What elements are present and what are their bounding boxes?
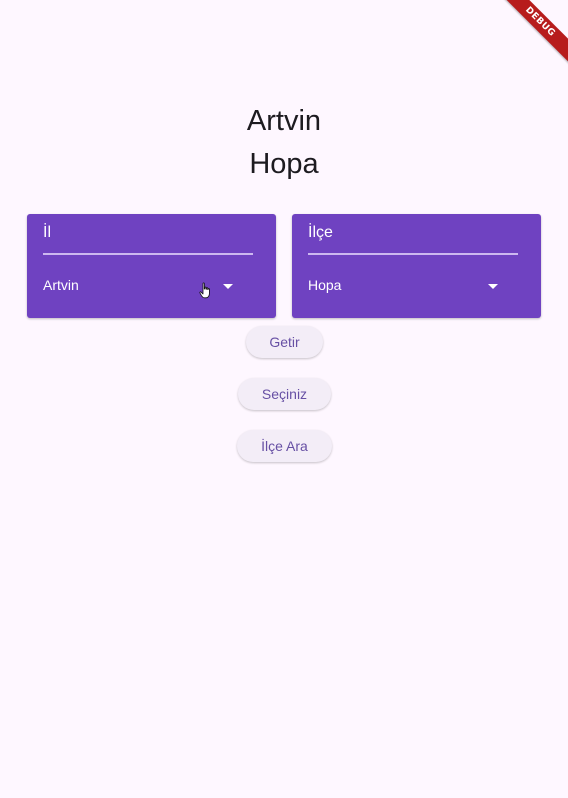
ilce-field-label: İlçe <box>308 224 333 241</box>
chevron-down-icon <box>488 284 498 289</box>
hand-cursor-icon <box>199 282 210 299</box>
debug-banner-label: DEBUG <box>491 0 568 71</box>
il-field-underline <box>43 253 253 255</box>
getir-button[interactable]: Getir <box>246 326 323 358</box>
ilce-field-underline <box>308 253 518 255</box>
ilce-dropdown-value: Hopa <box>308 277 342 293</box>
ilce-ara-button[interactable]: İlçe Ara <box>237 430 332 462</box>
debug-banner: DEBUG <box>478 0 568 90</box>
selected-il-title: Artvin <box>246 105 322 137</box>
il-dropdown[interactable]: Artvin <box>43 272 253 300</box>
ilce-dropdown[interactable]: Hopa <box>308 272 518 300</box>
il-dropdown-value: Artvin <box>43 277 79 293</box>
ilce-card: İlçe Hopa <box>292 214 541 318</box>
il-card: İl Artvin <box>27 214 276 318</box>
selected-ilce-title: Hopa <box>249 148 319 180</box>
seciniz-button[interactable]: Seçiniz <box>238 378 331 410</box>
il-field-label: İl <box>43 224 51 241</box>
chevron-down-icon <box>223 284 233 289</box>
selection-header: Artvin Hopa <box>0 100 568 186</box>
